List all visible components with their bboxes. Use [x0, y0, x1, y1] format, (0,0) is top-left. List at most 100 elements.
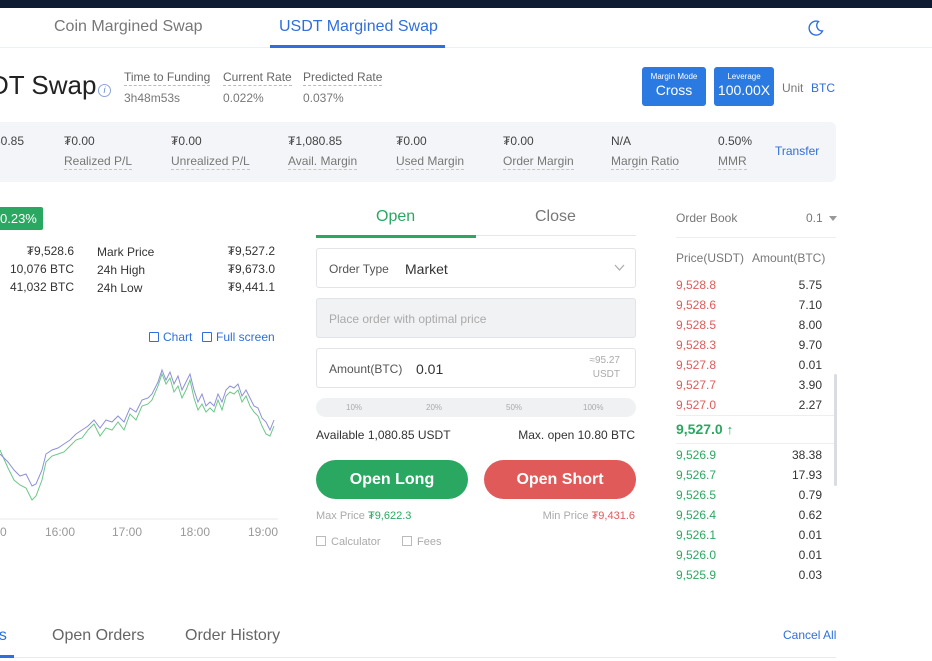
- asks-row[interactable]: 9,528.8 5.75: [676, 278, 822, 292]
- order-margin: ₮0.00 Order Margin: [503, 134, 574, 170]
- asks-row[interactable]: 9,528.3 9.70: [676, 338, 822, 352]
- asks-amount: 9.70: [798, 338, 822, 352]
- bids-amount: 0.01: [798, 548, 822, 562]
- bids-price: 9,525.9: [676, 568, 717, 582]
- bids-row[interactable]: 9,526.9 38.38: [676, 448, 822, 462]
- tab-coin-margined[interactable]: Coin Margined Swap: [54, 18, 203, 36]
- leverage-value: 100.00X: [717, 82, 771, 98]
- time-tick: 19:00: [248, 525, 278, 539]
- page-title: DT Swap: [0, 70, 97, 100]
- amount-estimate-unit: USDT: [592, 369, 620, 380]
- precision-value: 0.1: [806, 211, 823, 225]
- slider-tick[interactable]: 20%: [426, 403, 442, 412]
- asks-price: 9,528.3: [676, 338, 717, 352]
- asks-row[interactable]: 9,528.5 8.00: [676, 318, 822, 332]
- orderbook-scrollbar[interactable]: [834, 374, 837, 486]
- realized-pl-label: Realized P/L: [64, 154, 133, 170]
- order-type-select[interactable]: Order Type Market: [316, 248, 636, 288]
- time-tick: 18:00: [180, 525, 210, 539]
- bids-row[interactable]: 9,525.9 0.03: [676, 568, 822, 582]
- leverage-button[interactable]: Leverage 100.00X: [714, 67, 774, 106]
- bids-row[interactable]: 9,526.1 0.01: [676, 528, 822, 542]
- info-icon[interactable]: i: [98, 84, 111, 97]
- high-24h-value: ₮9,673.0: [227, 262, 275, 276]
- available-balance: Available 1,080.85 USDT: [316, 428, 451, 442]
- max-open: Max. open 10.80 BTC: [518, 428, 635, 442]
- asks-price: 9,528.5: [676, 318, 717, 332]
- tab-open-orders[interactable]: Open Orders: [52, 627, 144, 645]
- unrealized-pl-value: ₮0.00: [171, 134, 202, 148]
- bids-price: 9,526.0: [676, 548, 717, 562]
- fees-label: Fees: [417, 536, 442, 548]
- spread-divider-top: [676, 415, 836, 416]
- high-24h-label: 24h High: [97, 263, 146, 277]
- tab-positions[interactable]: ns: [0, 627, 7, 645]
- order-type-label: Order Type: [329, 262, 389, 276]
- avail-margin: ₮1,080.85 Avail. Margin: [288, 134, 358, 170]
- bids-price: 9,526.7: [676, 468, 717, 482]
- margin-mode-button[interactable]: Margin Mode Cross: [642, 67, 706, 106]
- moon-icon[interactable]: [806, 18, 826, 38]
- price-input[interactable]: Place order with optimal price: [316, 298, 636, 338]
- margin-mode-value: Cross: [655, 82, 693, 98]
- unit-selector[interactable]: BTC: [811, 81, 835, 95]
- unrealized-pl-label: Unrealized P/L: [171, 154, 250, 170]
- tab-usdt-margined[interactable]: USDT Margined Swap: [279, 18, 438, 36]
- open-long-button[interactable]: Open Long: [316, 460, 468, 499]
- orderbook-title: Order Book: [676, 211, 738, 225]
- turnover-24h: 41,032 BTC: [9, 280, 74, 294]
- slider-tick[interactable]: 50%: [506, 403, 522, 412]
- asks-price: 9,527.8: [676, 358, 717, 372]
- time-to-funding: Time to Funding 3h48m53s: [124, 70, 211, 105]
- amount-slider[interactable]: 10% 20% 50% 100%: [316, 398, 636, 417]
- open-short-button[interactable]: Open Short: [484, 460, 636, 499]
- used-margin-value: ₮0.00: [396, 134, 427, 148]
- chart-label: Chart: [163, 330, 193, 344]
- arrow-up-icon: ↑: [726, 422, 734, 437]
- asks-row[interactable]: 9,528.6 7.10: [676, 298, 822, 312]
- slider-tick[interactable]: 10%: [346, 403, 362, 412]
- fees-button[interactable]: Fees: [402, 536, 441, 548]
- cancel-all-button[interactable]: Cancel All: [783, 628, 836, 642]
- time-tick: 17:00: [112, 525, 142, 539]
- asks-amount: 3.90: [798, 378, 822, 392]
- bids-row[interactable]: 9,526.5 0.79: [676, 488, 822, 502]
- volume-24h: 10,076 BTC: [9, 262, 74, 276]
- tab-open[interactable]: Open: [376, 208, 415, 226]
- precision-select[interactable]: 0.1: [806, 211, 838, 225]
- slider-tick[interactable]: 100%: [583, 403, 603, 412]
- col-price-header: Price(USDT): [676, 251, 744, 265]
- current-rate-label: Current Rate: [223, 70, 292, 86]
- bids-row[interactable]: 9,526.7 17.93: [676, 468, 822, 482]
- chart-button[interactable]: Chart: [149, 330, 192, 344]
- fullscreen-button[interactable]: Full screen: [202, 330, 275, 344]
- min-price-value: ₮9,431.6: [591, 510, 635, 522]
- tab-order-history[interactable]: Order History: [185, 627, 280, 645]
- current-rate: Current Rate 0.022%: [223, 70, 292, 105]
- spread-divider-bottom: [676, 443, 836, 444]
- predicted-rate-value: 0.037%: [303, 91, 344, 105]
- price-change-badge: 0.23%: [0, 207, 43, 230]
- amount-input[interactable]: Amount(BTC) 0.01 ≈95.27 USDT: [316, 348, 636, 388]
- asks-row[interactable]: 9,527.7 3.90: [676, 378, 822, 392]
- bids-price: 9,526.1: [676, 528, 717, 542]
- price-chart[interactable]: 0 16:00 17:00 18:00 19:00: [0, 350, 278, 540]
- amount-estimate: ≈95.27: [589, 355, 620, 366]
- price-line-purple: [0, 368, 275, 487]
- account-equity-value: 30.85: [0, 134, 25, 148]
- mark-price-label: Mark Price: [97, 245, 155, 259]
- asks-price: 9,527.7: [676, 378, 717, 392]
- swap-type-tabs: Coin Margined Swap USDT Margined Swap: [0, 8, 932, 48]
- order-type-value: Market: [405, 261, 448, 277]
- asks-row[interactable]: 9,527.0 2.27: [676, 398, 822, 412]
- unit-label: Unit: [782, 81, 804, 95]
- tab-close[interactable]: Close: [535, 208, 576, 226]
- max-price-value: ₮9,622.3: [367, 510, 412, 522]
- bids-amount: 0.01: [798, 528, 822, 542]
- calculator-button[interactable]: Calculator: [316, 536, 381, 548]
- transfer-link[interactable]: Transfer: [775, 144, 819, 158]
- asks-row[interactable]: 9,527.8 0.01: [676, 358, 822, 372]
- max-price-label: Max Price: [316, 510, 365, 522]
- bids-row[interactable]: 9,526.0 0.01: [676, 548, 822, 562]
- bids-row[interactable]: 9,526.4 0.62: [676, 508, 822, 522]
